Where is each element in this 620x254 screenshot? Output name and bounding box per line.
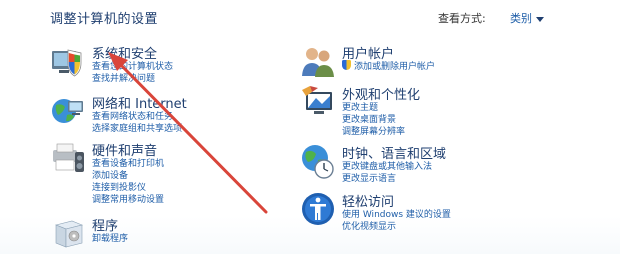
clock-globe-icon xyxy=(302,145,334,179)
network-globe-icon xyxy=(52,99,83,123)
category-system-security: 系统和安全 查看您的计算机状态 查找并解决问题 xyxy=(50,43,250,87)
link-mobility-settings[interactable]: 调整常用移动设置 xyxy=(92,192,164,205)
view-by-value[interactable]: 类别 xyxy=(510,12,532,25)
ease-of-access-icon xyxy=(302,193,334,225)
link-change-display-language[interactable]: 更改显示语言 xyxy=(342,171,396,184)
page-title: 调整计算机的设置 xyxy=(50,12,159,27)
link-uninstall-program[interactable]: 卸载程序 xyxy=(92,231,128,244)
category-appearance: 外观和个性化 更改主题 更改桌面背景 调整屏幕分辨率 xyxy=(300,84,520,137)
category-programs: 程序 卸载程序 xyxy=(50,215,250,249)
users-icon xyxy=(302,48,334,77)
chevron-down-icon[interactable] xyxy=(536,16,544,22)
link-homegroup-sharing[interactable]: 选择家庭组和共享选项 xyxy=(92,121,182,134)
control-panel-window: 调整计算机的设置 查看方式: 类别 系统和安全 查看您的计算机状态 查找并解决问… xyxy=(0,0,620,254)
printer-speaker-icon xyxy=(53,143,84,172)
category-clock-language-region: 时钟、语言和区域 更改键盘或其他输入法 更改显示语言 xyxy=(300,143,520,185)
uac-shield-icon xyxy=(342,60,351,70)
category-user-accounts: 用户帐户 添加或删除用户帐户 xyxy=(300,43,520,79)
link-find-fix-problems[interactable]: 查找并解决问题 xyxy=(92,71,155,84)
view-by-label: 查看方式: xyxy=(438,12,486,25)
category-ease-of-access: 轻松访问 使用 Windows 建议的设置 优化视频显示 xyxy=(300,191,540,235)
appearance-monitor-icon xyxy=(302,86,332,114)
category-network-internet: 网络和 Internet 查看网络状态和任务 选择家庭组和共享选项 xyxy=(50,93,250,137)
link-optimize-visual-display[interactable]: 优化视频显示 xyxy=(342,219,396,232)
programs-box-icon xyxy=(55,220,83,248)
link-adjust-resolution[interactable]: 调整屏幕分辨率 xyxy=(342,124,405,137)
category-hardware-sound: 硬件和声音 查看设备和打印机 添加设备 连接到投影仪 调整常用移动设置 xyxy=(50,140,250,206)
shield-computer-icon xyxy=(52,49,82,77)
view-by-dropdown[interactable]: 类别 xyxy=(510,10,544,26)
link-add-remove-accounts-label[interactable]: 添加或删除用户帐户 xyxy=(354,62,435,72)
link-add-remove-accounts[interactable]: 添加或删除用户帐户 xyxy=(342,59,435,72)
